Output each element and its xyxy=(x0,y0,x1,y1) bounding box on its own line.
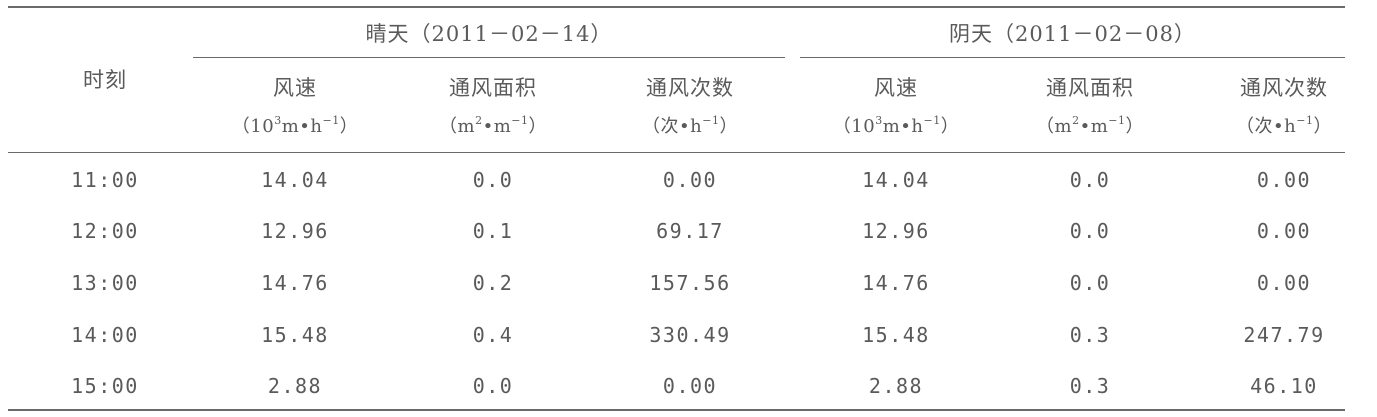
unit-unit-post: ） xyxy=(1125,116,1144,137)
unit-unit-pre: （10 xyxy=(832,116,876,137)
table-cell: 0.0 xyxy=(1069,219,1111,243)
table-cell: 12.96 xyxy=(261,219,329,243)
column-header-unit: （次•h−1） xyxy=(590,114,790,140)
row-time: 12:00 xyxy=(71,219,139,243)
table-cell: 0.3 xyxy=(1069,323,1111,347)
unit-unit-sup1: 2 xyxy=(475,114,483,127)
group-rule-cloudy xyxy=(800,57,1345,58)
table-cell: 46.10 xyxy=(1250,374,1318,398)
unit-unit-post: ） xyxy=(719,116,738,137)
table-cell: 15.48 xyxy=(862,323,930,347)
unit-unit-sup2: −1 xyxy=(322,114,340,127)
row-time: 13:00 xyxy=(71,271,139,295)
unit-unit-sup2: −1 xyxy=(702,114,720,127)
group-header-cloudy: 阴天（2011－02－08） xyxy=(949,22,1196,46)
unit-unit-sup2: −1 xyxy=(511,114,529,127)
column-header-unit: （m2•m−1） xyxy=(990,114,1190,140)
unit-unit-post: ） xyxy=(528,116,547,137)
column-header-name: 通风面积 xyxy=(449,76,537,100)
table-cell: 0.1 xyxy=(472,219,514,243)
row-time: 14:00 xyxy=(71,323,139,347)
column-header-unit: （次•h−1） xyxy=(1184,114,1377,140)
table-cell: 2.88 xyxy=(868,374,924,398)
unit-unit-sup2: −1 xyxy=(923,114,941,127)
unit-unit-pre: （10 xyxy=(231,116,275,137)
table-cell: 0.0 xyxy=(1069,168,1111,192)
unit-unit-post: ） xyxy=(339,116,359,137)
header-bottom-rule xyxy=(8,152,1345,153)
unit-unit-pre: （次•h xyxy=(642,116,703,137)
unit-unit-sup1: 3 xyxy=(274,114,282,127)
row-time: 11:00 xyxy=(71,168,139,192)
unit-unit-post: ） xyxy=(1313,116,1332,137)
column-header-name: 通风次数 xyxy=(1240,76,1328,100)
unit-unit-pre: （次•h xyxy=(1236,116,1297,137)
table-cell: 14.76 xyxy=(862,271,930,295)
table-cell: 0.00 xyxy=(662,374,718,398)
table-cell: 0.00 xyxy=(662,168,718,192)
table-cell: 0.00 xyxy=(1256,271,1312,295)
unit-unit-pre: （m xyxy=(439,116,476,137)
table-cell: 12.96 xyxy=(862,219,930,243)
column-header-name: 风速 xyxy=(874,76,918,100)
table-cell: 0.2 xyxy=(472,271,514,295)
unit-unit-pre: （m xyxy=(1036,116,1073,137)
unit-unit-mid: m•h xyxy=(882,116,924,137)
unit-unit-sup2: −1 xyxy=(1296,114,1314,127)
unit-unit-sup1: 3 xyxy=(875,114,883,127)
column-header-unit: （m2•m−1） xyxy=(393,114,593,140)
table-cell: 330.49 xyxy=(649,323,731,347)
table-cell: 69.17 xyxy=(656,219,724,243)
unit-unit-post: ） xyxy=(940,116,960,137)
bottom-rule xyxy=(8,409,1345,411)
unit-unit-sup1: 2 xyxy=(1072,114,1080,127)
group-header-sunny: 晴天（2011－02－14） xyxy=(365,22,613,46)
table-cell: 14.04 xyxy=(862,168,930,192)
group-rule-sunny xyxy=(193,57,785,58)
unit-unit-mid: •m xyxy=(482,116,512,137)
table-cell: 0.00 xyxy=(1256,219,1312,243)
column-header-name: 通风面积 xyxy=(1046,76,1134,100)
table-cell: 0.3 xyxy=(1069,374,1111,398)
table-cell: 2.88 xyxy=(267,374,323,398)
table-cell: 157.56 xyxy=(649,271,731,295)
column-header-unit: （103m•h−1） xyxy=(195,114,395,140)
unit-unit-mid: m•h xyxy=(281,116,323,137)
time-header: 时刻 xyxy=(83,68,127,92)
column-header-unit: （103m•h−1） xyxy=(796,114,996,140)
unit-unit-sup2: −1 xyxy=(1108,114,1126,127)
table-cell: 247.79 xyxy=(1243,323,1325,347)
table-cell: 15.48 xyxy=(261,323,329,347)
table-cell: 0.0 xyxy=(1069,271,1111,295)
table-cell: 0.00 xyxy=(1256,168,1312,192)
table-cell: 14.76 xyxy=(261,271,329,295)
top-rule xyxy=(8,6,1345,8)
column-header-name: 通风次数 xyxy=(646,76,734,100)
table-cell: 0.0 xyxy=(472,168,514,192)
table-cell: 0.4 xyxy=(472,323,514,347)
column-header-name: 风速 xyxy=(273,76,317,100)
table-cell: 0.0 xyxy=(472,374,514,398)
unit-unit-mid: •m xyxy=(1079,116,1109,137)
row-time: 15:00 xyxy=(71,374,139,398)
table-cell: 14.04 xyxy=(261,168,329,192)
